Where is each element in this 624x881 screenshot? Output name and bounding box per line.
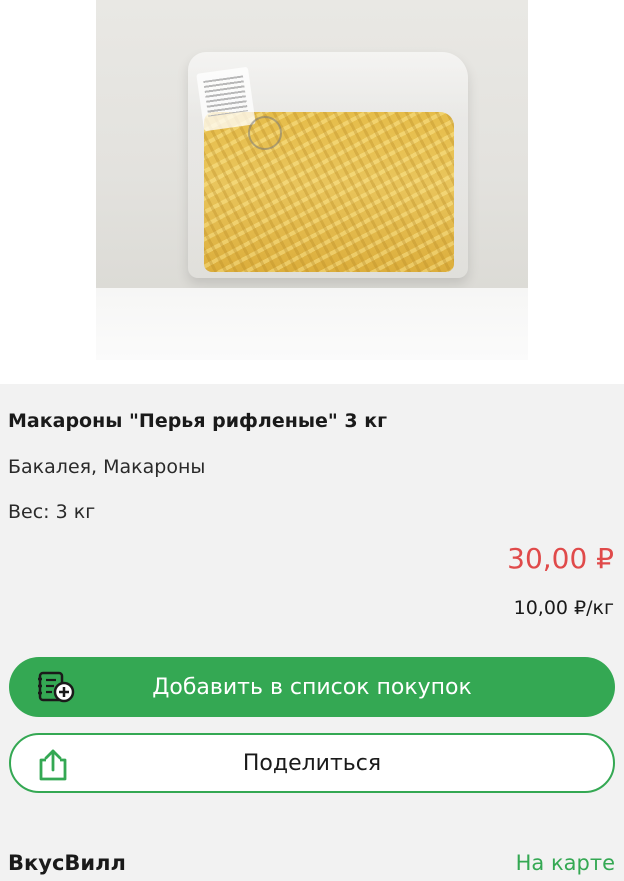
product-unit-price: 10,00 ₽/кг	[513, 597, 614, 619]
share-button[interactable]: Поделиться	[9, 733, 615, 793]
product-photo	[96, 0, 528, 288]
product-screen: Макароны "Перья рифленые" 3 кг Бакалея, …	[0, 0, 624, 881]
bag-brand-mark	[248, 116, 282, 150]
share-label: Поделиться	[242, 750, 382, 776]
product-price: 30,00 ₽	[507, 542, 614, 575]
product-weight: Вес: 3 кг	[8, 501, 96, 523]
add-to-list-label: Добавить в список покупок	[152, 674, 472, 700]
bag-label-sticker	[196, 66, 256, 132]
map-link[interactable]: На карте	[516, 851, 615, 875]
add-to-list-button[interactable]: Добавить в список покупок	[9, 657, 615, 717]
product-title: Макароны "Перья рифленые" 3 кг	[8, 410, 388, 432]
pasta-contents	[204, 112, 454, 272]
product-image-area	[0, 0, 624, 384]
add-to-list-icon	[38, 671, 75, 703]
product-category: Бакалея, Макароны	[8, 456, 206, 478]
share-icon	[39, 749, 67, 781]
store-name: ВкусВилл	[8, 851, 126, 875]
photo-reflection	[96, 288, 528, 360]
